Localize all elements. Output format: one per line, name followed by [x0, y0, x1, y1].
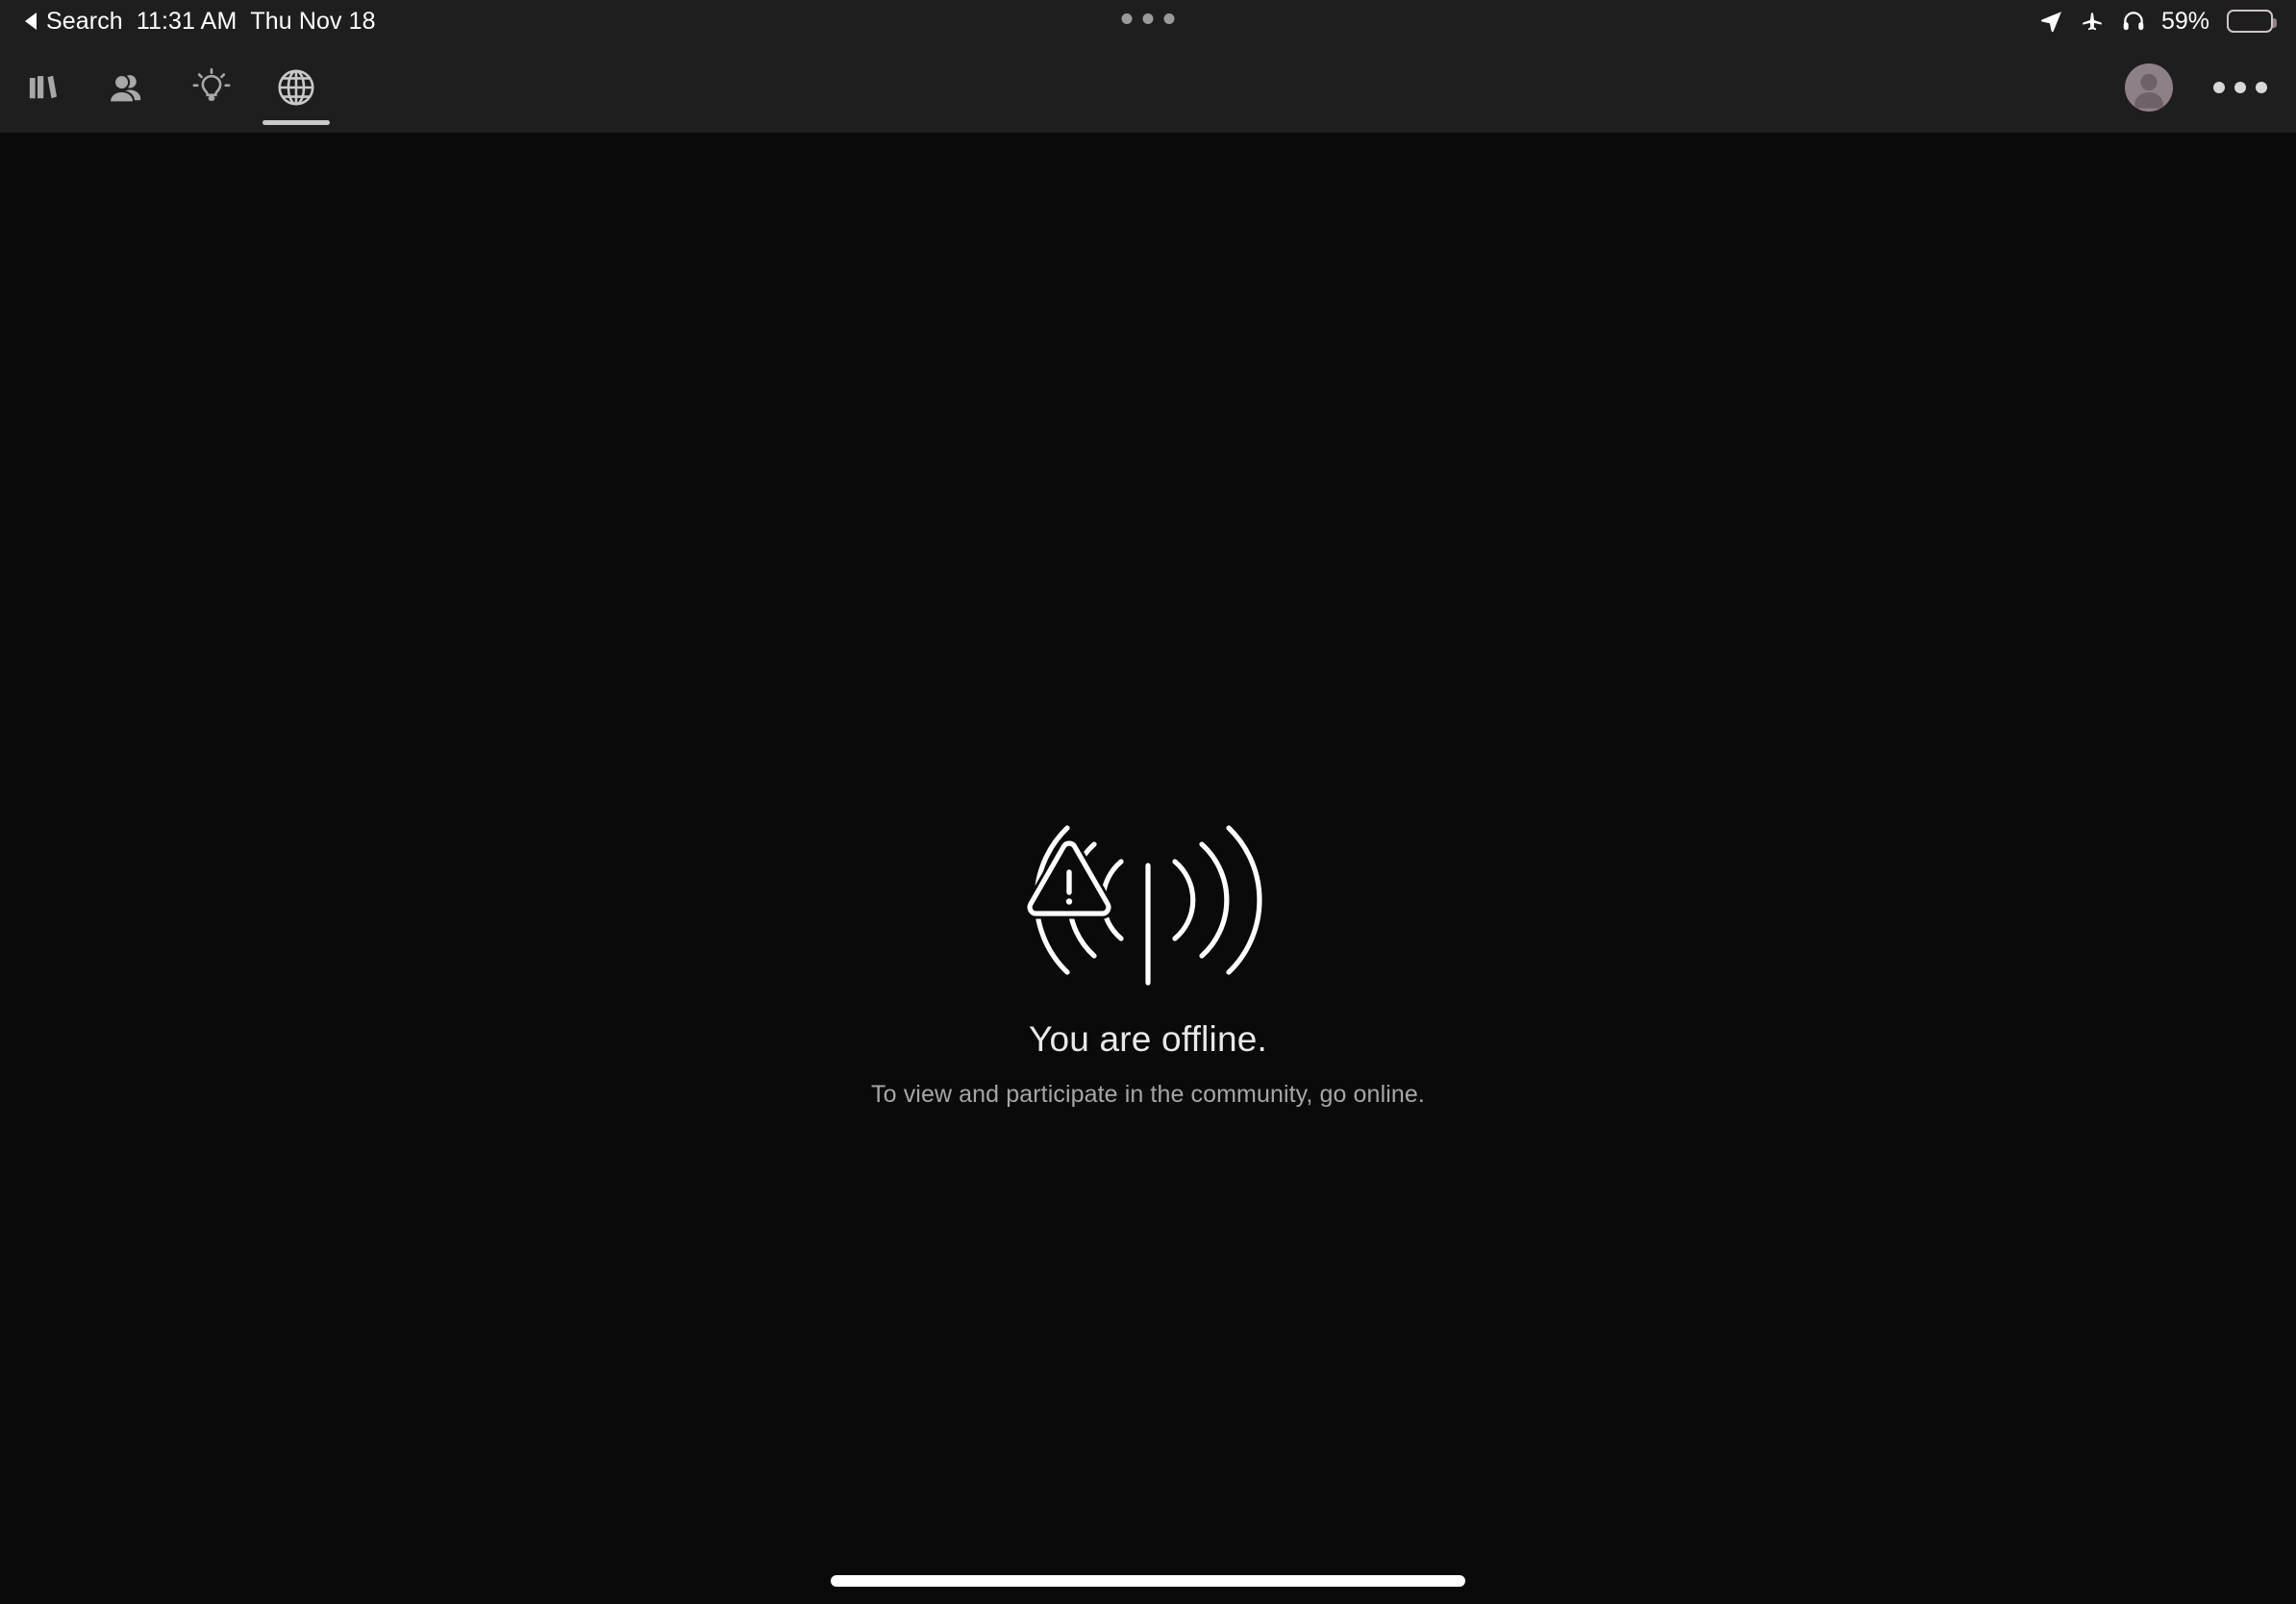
more-dot: [2256, 82, 2267, 93]
status-bar-time: 11:31 AM: [136, 7, 237, 35]
tab-library[interactable]: [0, 42, 85, 133]
multitasking-dots-icon[interactable]: [1121, 13, 1175, 24]
tab-active-indicator: [262, 120, 330, 125]
status-bar-date: Thu Nov 18: [250, 7, 376, 35]
status-bar: Search 11:31 AM Thu Nov 18 59%: [0, 0, 2296, 42]
lightbulb-icon: [191, 67, 232, 108]
tab-bar: [0, 42, 338, 133]
battery-percent-label: 59%: [2160, 7, 2209, 35]
books-icon: [23, 68, 62, 107]
more-dot: [2234, 82, 2246, 93]
offline-title: You are offline.: [1028, 1019, 1268, 1059]
offline-empty-state: You are offline. To view and participate…: [619, 808, 1677, 1109]
globe-icon: [275, 66, 317, 109]
battery-icon: [2227, 10, 2277, 33]
people-icon: [107, 68, 147, 107]
tab-ideas[interactable]: [169, 42, 254, 133]
multitask-dot: [1142, 13, 1154, 24]
status-bar-left: Search 11:31 AM Thu Nov 18: [25, 0, 376, 42]
tab-people[interactable]: [85, 42, 169, 133]
status-bar-right: 59%: [2038, 0, 2277, 42]
back-arrow-icon[interactable]: [25, 13, 37, 30]
location-arrow-icon: [2038, 9, 2063, 34]
multitask-dot: [1121, 13, 1133, 24]
battery-nub: [2273, 18, 2277, 28]
more-options-button[interactable]: [2208, 74, 2273, 101]
more-dot: [2213, 82, 2225, 93]
toolbar-right-actions: [2125, 42, 2273, 133]
offline-subtitle: To view and participate in the community…: [871, 1080, 1425, 1108]
main-content: You are offline. To view and participate…: [0, 133, 2296, 1604]
multitask-dot: [1163, 13, 1175, 24]
tab-community[interactable]: [254, 42, 338, 133]
avatar[interactable]: [2125, 63, 2173, 112]
airplane-mode-icon: [2079, 9, 2106, 34]
home-indicator[interactable]: [831, 1575, 1465, 1587]
app-toolbar: [0, 42, 2296, 133]
headphones-icon: [2121, 9, 2146, 34]
offline-broadcast-warning-icon: [1023, 808, 1273, 995]
back-to-app-label[interactable]: Search: [46, 8, 123, 36]
